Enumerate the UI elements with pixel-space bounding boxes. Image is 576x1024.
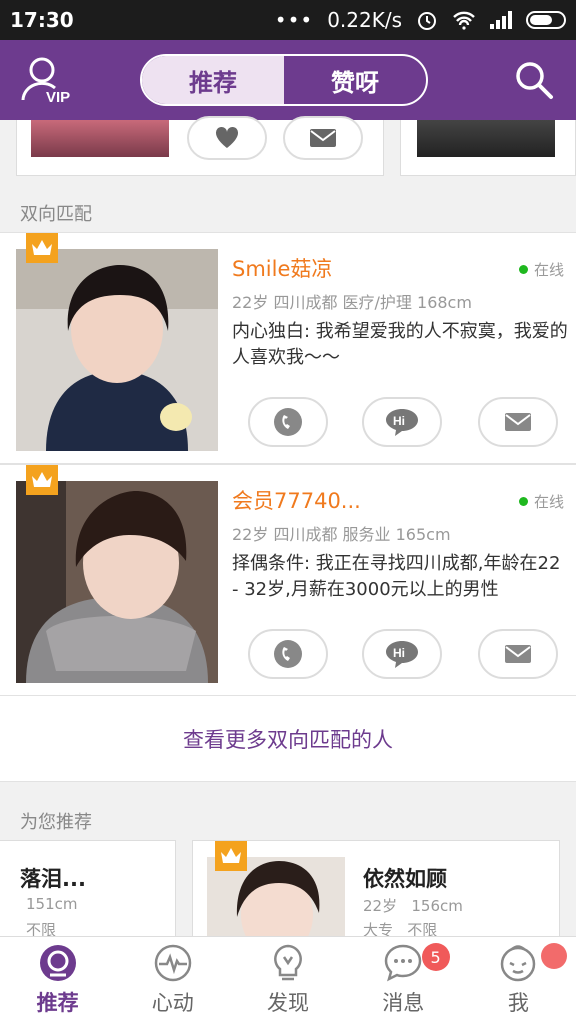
match-card[interactable]: Smile菇凉 在线 22岁 四川成都 医疗/护理 168cm 内心独白: 我希… xyxy=(0,232,576,464)
online-label: 在线 xyxy=(533,261,564,279)
tab-label: 我 xyxy=(507,991,529,1015)
phone-icon xyxy=(274,640,302,668)
section-title-recommend: 为您推荐 xyxy=(20,812,92,833)
recommend-icon xyxy=(39,945,76,981)
heartbeat-icon xyxy=(154,944,192,982)
online-status: 在线 xyxy=(518,259,564,280)
signal-icon xyxy=(490,11,512,29)
envelope-icon xyxy=(505,413,531,431)
recommend-card[interactable]: 依然如顾 22岁 156cm 大专 不限 xyxy=(192,840,560,940)
tab-label: 推荐 xyxy=(36,991,79,1015)
like-button[interactable] xyxy=(187,116,267,160)
online-label: 在线 xyxy=(533,493,564,511)
chat-bubble-icon xyxy=(384,944,422,982)
match-info: 22岁 四川成都 服务业 165cm xyxy=(232,525,451,544)
search-button[interactable] xyxy=(514,60,554,100)
vip-crown-badge xyxy=(26,465,58,495)
recommend-info: 151cm xyxy=(26,895,78,913)
status-bar: 17:30 ••• 0.22K/s xyxy=(0,0,576,40)
recommend-card[interactable]: 落泪... 151cm 不限 xyxy=(0,840,176,940)
tab-label: 心动 xyxy=(151,991,194,1015)
tab-me[interactable]: 我 xyxy=(461,937,576,1024)
hi-bubble-icon: Hi xyxy=(386,409,418,436)
scrolled-card-row xyxy=(0,116,576,176)
tab-heartbeat[interactable]: 心动 xyxy=(115,937,230,1024)
unread-badge: 5 xyxy=(421,943,450,971)
profile-face-icon xyxy=(501,945,536,982)
tab-label: 消息 xyxy=(382,991,425,1015)
envelope-icon xyxy=(505,645,531,663)
tab-zanya[interactable]: 赞呀 xyxy=(284,56,426,104)
tab-messages[interactable]: 5 消息 xyxy=(346,937,461,1024)
partial-photo xyxy=(31,120,169,157)
vip-crown-badge xyxy=(26,233,58,263)
tab-recommend[interactable]: 推荐 xyxy=(142,56,284,104)
alarm-icon xyxy=(418,12,436,30)
crown-icon xyxy=(221,848,241,863)
network-speed: 0.22K/s xyxy=(327,8,402,32)
say-hi-button[interactable]: Hi xyxy=(362,629,442,679)
voice-call-button[interactable] xyxy=(248,397,328,447)
notification-dots-icon: ••• xyxy=(274,8,314,32)
tab-recommend-bottom[interactable]: 推荐 xyxy=(0,937,115,1024)
online-status: 在线 xyxy=(518,491,564,512)
crown-icon xyxy=(32,472,52,487)
wifi-icon xyxy=(453,11,475,30)
match-card[interactable]: 会员77740... 在线 22岁 四川成都 服务业 165cm 择偶条件: 我… xyxy=(0,464,576,696)
match-photo[interactable] xyxy=(16,481,218,683)
battery-icon xyxy=(526,11,566,29)
online-dot-icon xyxy=(518,265,528,274)
vip-crown-badge xyxy=(215,841,247,871)
voice-call-button[interactable] xyxy=(248,629,328,679)
send-message-button[interactable] xyxy=(478,397,558,447)
match-info: 22岁 四川成都 医疗/护理 168cm xyxy=(232,293,472,312)
phone-icon xyxy=(274,408,302,436)
segmented-tabs: 推荐 赞呀 xyxy=(140,54,428,106)
match-name[interactable]: 会员77740... xyxy=(232,485,361,515)
recommend-name: 依然如顾 xyxy=(363,867,447,891)
match-photo[interactable] xyxy=(16,249,218,451)
match-name[interactable]: Smile菇凉 xyxy=(232,253,332,283)
status-time: 17:30 xyxy=(10,8,74,32)
match-bio: 内心独白: 我希望爱我的人不寂寞，我爱的人喜欢我～～ xyxy=(232,321,568,368)
crown-icon xyxy=(32,240,52,255)
hi-bubble-icon: Hi xyxy=(386,641,418,668)
hi-text: Hi xyxy=(393,414,405,428)
vip-user-icon: VIP xyxy=(21,57,70,106)
search-icon xyxy=(516,62,553,99)
more-mutual-link[interactable]: 查看更多双向匹配的人 xyxy=(0,696,576,782)
tab-discover[interactable]: 发现 xyxy=(230,937,345,1024)
send-message-button[interactable] xyxy=(478,629,558,679)
tab-label: 发现 xyxy=(267,991,309,1015)
portrait-photo-2 xyxy=(16,481,218,683)
vip-label: VIP xyxy=(46,89,70,106)
message-button[interactable] xyxy=(283,116,363,160)
lightbulb-icon xyxy=(274,944,302,981)
section-title-mutual: 双向匹配 xyxy=(20,204,92,225)
partial-card-right[interactable] xyxy=(400,120,576,176)
recommend-name: 落泪... xyxy=(20,867,86,891)
heart-icon xyxy=(215,126,239,148)
partial-photo xyxy=(417,120,555,157)
online-dot-icon xyxy=(518,497,528,506)
vip-button[interactable]: VIP xyxy=(18,54,74,110)
top-header: VIP 推荐 赞呀 xyxy=(0,40,576,120)
partial-card-left[interactable] xyxy=(16,116,384,176)
bottom-tab-bar: 推荐 心动 发现 5 消息 我 xyxy=(0,936,576,1024)
portrait-photo-1 xyxy=(16,249,218,451)
say-hi-button[interactable]: Hi xyxy=(362,397,442,447)
notification-dot xyxy=(540,943,567,969)
recommend-info: 22岁 156cm xyxy=(363,897,463,915)
hi-text: Hi xyxy=(393,646,405,660)
match-bio: 择偶条件: 我正在寻找四川成都,年龄在22 - 32岁,月薪在3000元以上的男… xyxy=(232,553,561,600)
envelope-icon xyxy=(310,129,336,147)
